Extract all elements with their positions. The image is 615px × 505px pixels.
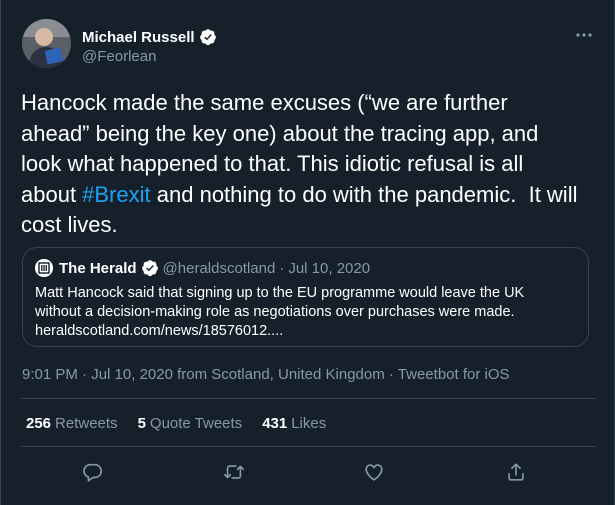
tweet-header: Michael Russell @Feorlean: [22, 19, 596, 69]
tweet-stats: 256 Retweets 5 Quote Tweets 431 Likes: [26, 415, 326, 432]
tweet-card: Michael Russell @Feorlean Hancock made t…: [0, 0, 615, 505]
quoted-link[interactable]: heraldscotland.com/news/18576012....: [35, 322, 576, 341]
more-dots-icon[interactable]: [572, 23, 596, 47]
likes-label: Likes: [291, 415, 327, 432]
likes-stat[interactable]: 431 Likes: [262, 415, 326, 432]
verified-badge-icon: [141, 259, 159, 277]
quoted-text-line: without a decision-making role as negoti…: [35, 304, 515, 320]
author-display-name[interactable]: Michael Russell: [82, 29, 195, 46]
reply-icon[interactable]: [80, 459, 106, 485]
divider: [21, 398, 596, 399]
retweets-label: Retweets: [55, 415, 118, 432]
quoted-avatar-icon: [35, 259, 53, 277]
quoted-date: Jul 10, 2020: [288, 259, 371, 277]
quoted-display-name: The Herald: [59, 259, 137, 277]
hashtag-link[interactable]: #Brexit: [82, 182, 150, 207]
likes-count: 431: [262, 415, 288, 432]
tweet-actions: [21, 455, 596, 489]
quote-tweets-label: Quote Tweets: [149, 415, 243, 432]
quoted-text: Matt Hancock said that signing up to the…: [35, 284, 576, 341]
quoted-tweet-header: The Herald @heraldscotland · Jul 10, 202…: [35, 258, 576, 278]
tweet-date-location[interactable]: Jul 10, 2020 from Scotland, United Kingd…: [91, 366, 385, 383]
author-handle[interactable]: @Feorlean: [82, 48, 217, 65]
avatar[interactable]: [22, 19, 71, 68]
retweets-count: 256: [26, 415, 52, 432]
quoted-text-line: Matt Hancock said that signing up to the…: [35, 285, 525, 301]
tweet-client[interactable]: Tweetbot for iOS: [398, 366, 510, 383]
meta-separator: ·: [384, 366, 398, 383]
quote-tweets-stat[interactable]: 5 Quote Tweets: [138, 415, 243, 432]
tweet-text: Hancock made the same excuses (“we are f…: [21, 88, 581, 241]
like-icon[interactable]: [361, 459, 387, 485]
retweet-icon[interactable]: [221, 459, 247, 485]
quoted-separator: ·: [279, 259, 285, 277]
quote-tweets-count: 5: [137, 415, 146, 432]
share-icon[interactable]: [503, 459, 529, 485]
author-names: Michael Russell @Feorlean: [82, 28, 217, 65]
meta-separator: ·: [77, 366, 92, 383]
divider: [21, 446, 596, 447]
quoted-tweet[interactable]: The Herald @heraldscotland · Jul 10, 202…: [22, 247, 589, 347]
verified-badge-icon: [199, 28, 217, 46]
tweet-timestamp[interactable]: 9:01 PM: [22, 366, 78, 383]
tweet-meta: 9:01 PM · Jul 10, 2020 from Scotland, Un…: [22, 366, 510, 383]
quoted-handle: @heraldscotland: [162, 259, 276, 277]
retweets-stat[interactable]: 256 Retweets: [26, 415, 118, 432]
